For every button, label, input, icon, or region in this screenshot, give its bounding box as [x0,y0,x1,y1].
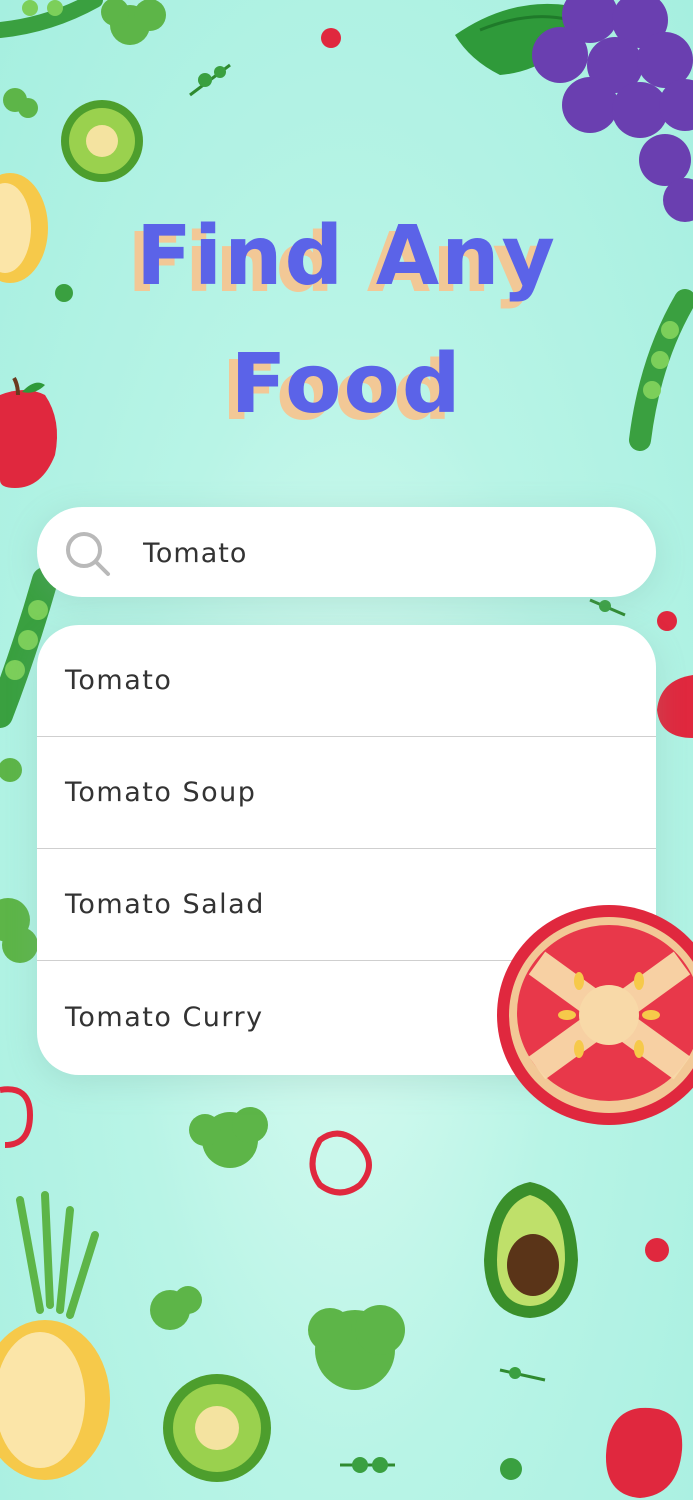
search-icon [63,529,113,583]
page-title: Find Any Food [0,193,693,449]
grapes-illustration [455,0,693,222]
result-item-tomato[interactable]: Tomato [37,625,656,737]
title-line-1: Find Any [135,209,558,304]
search-bar[interactable] [37,507,656,597]
result-item-tomato-soup[interactable]: Tomato Soup [37,737,656,849]
search-input[interactable] [141,529,625,577]
tomato-slice-illustration [497,905,693,1125]
pea-pod-illustration [0,0,103,38]
title-line-2: Food [230,337,463,432]
